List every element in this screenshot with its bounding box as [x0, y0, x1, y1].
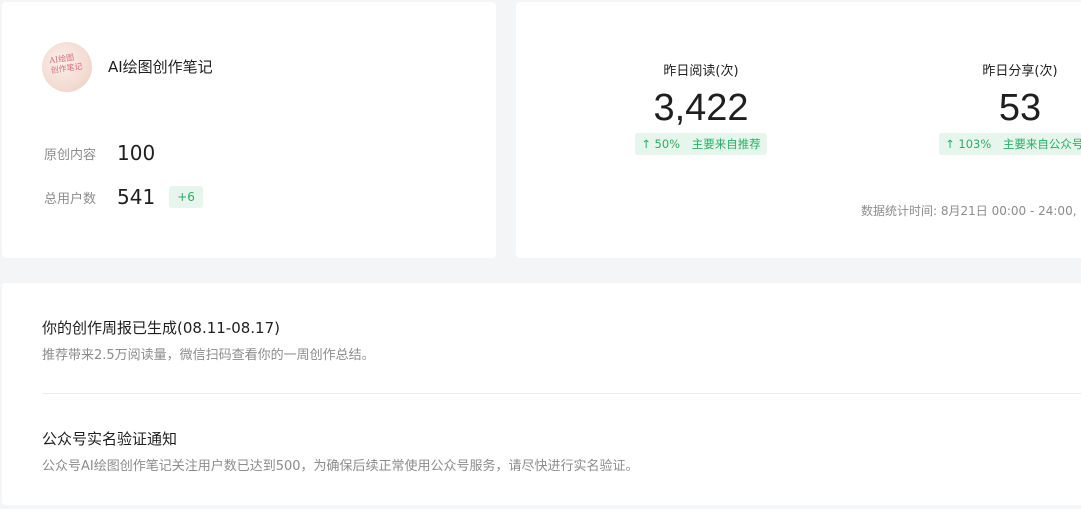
users-delta-badge: +6	[169, 186, 203, 208]
notice-divider	[42, 393, 1081, 394]
original-content-label: 原创内容	[44, 147, 97, 163]
reads-trend-badge: ↑ 50% 主要来自推荐	[635, 133, 767, 155]
notice-title[interactable]: 你的创作周报已生成(08.11-08.17)	[42, 317, 375, 338]
total-users-label: 总用户数	[44, 191, 97, 207]
yesterday-stats-card: 昨日阅读(次) 3,422 ↑ 50% 主要来自推荐 昨日分享(次) 53 ↑ …	[516, 2, 1081, 258]
notice-desc: 推荐带来2.5万阅读量，微信扫码查看你的一周创作总结。	[42, 348, 375, 363]
reads-label: 昨日阅读(次)	[663, 64, 739, 79]
shares-trend-badge: ↑ 103% 主要来自公众号主	[939, 133, 1081, 155]
trend-up-icon: ↑	[641, 137, 651, 151]
data-stat-time: 数据统计时间: 8月21日 00:00 - 24:00, 数	[861, 204, 1081, 218]
account-avatar[interactable]: AI绘图 创作笔记	[42, 42, 92, 92]
shares-label: 昨日分享(次)	[982, 64, 1058, 79]
shares-trend-source: 主要来自公众号主	[1002, 137, 1081, 151]
shares-trend-pct: 103%	[958, 137, 992, 151]
total-users-value[interactable]: 541	[117, 185, 155, 209]
original-content-value[interactable]: 100	[117, 141, 155, 165]
notice-real-name-verification[interactable]: 公众号实名验证通知 公众号AI绘图创作笔记关注用户数已达到500，为确保后续正常…	[42, 428, 639, 474]
reads-trend-source: 主要来自推荐	[691, 137, 761, 151]
account-overview-card: AI绘图 创作笔记 AI绘图创作笔记 原创内容 100 总用户数 541 +6	[2, 2, 496, 258]
notice-desc: 公众号AI绘图创作笔记关注用户数已达到500，为确保后续正常使用公众号服务，请尽…	[42, 459, 639, 474]
reads-trend-pct: 50%	[654, 137, 681, 151]
account-name[interactable]: AI绘图创作笔记	[108, 56, 213, 77]
notice-title[interactable]: 公众号实名验证通知	[42, 428, 639, 449]
notice-weekly-report[interactable]: 你的创作周报已生成(08.11-08.17) 推荐带来2.5万阅读量，微信扫码查…	[42, 317, 375, 363]
original-content-row: 原创内容 100	[44, 138, 155, 168]
shares-metric[interactable]: 昨日分享(次) 53 ↑ 103% 主要来自公众号主	[932, 60, 1081, 155]
avatar-logo-text: AI绘图 创作笔记	[49, 52, 83, 76]
reads-metric[interactable]: 昨日阅读(次) 3,422 ↑ 50% 主要来自推荐	[634, 60, 768, 155]
shares-value: 53	[998, 87, 1042, 129]
trend-up-icon: ↑	[945, 137, 955, 151]
notifications-card: 你的创作周报已生成(08.11-08.17) 推荐带来2.5万阅读量，微信扫码查…	[2, 283, 1081, 505]
reads-value: 3,422	[653, 87, 749, 129]
total-users-row: 总用户数 541 +6	[44, 182, 203, 212]
